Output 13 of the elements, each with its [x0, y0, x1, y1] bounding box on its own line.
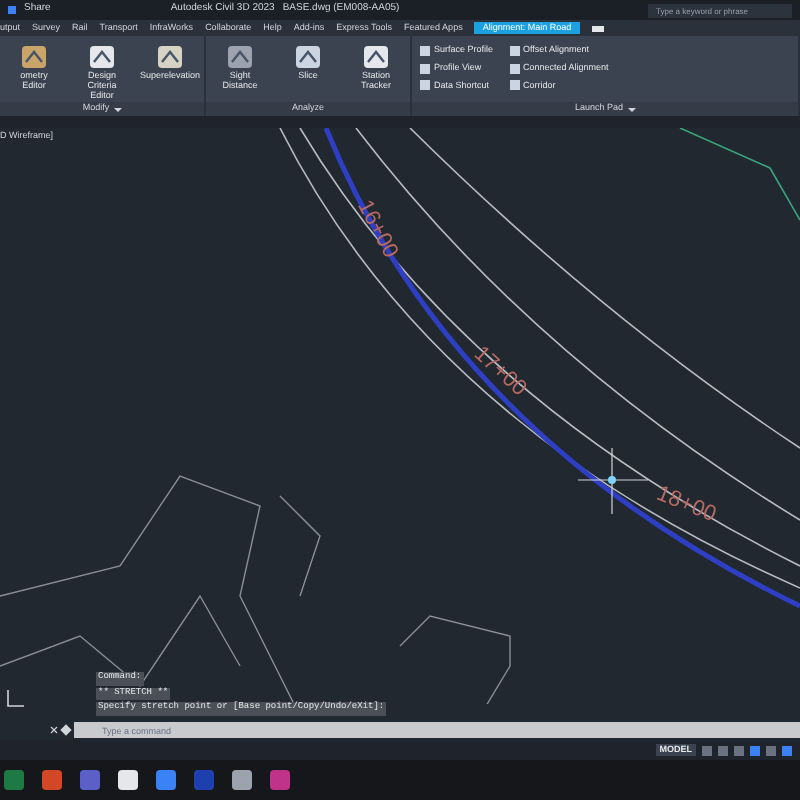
tool-icon	[156, 44, 184, 70]
boundary-line	[679, 128, 800, 221]
tool-icon	[20, 44, 48, 70]
crosshair-icon	[577, 447, 649, 515]
tool-icon	[88, 44, 116, 70]
tool-icon	[294, 44, 322, 70]
tool-icon	[362, 44, 390, 70]
caret-icon	[627, 107, 636, 111]
tool-icon	[226, 44, 254, 70]
close-icon[interactable]	[50, 726, 58, 734]
station-label: 18+00	[653, 481, 720, 528]
caret-icon	[113, 107, 122, 111]
ucs-icon	[6, 688, 26, 708]
